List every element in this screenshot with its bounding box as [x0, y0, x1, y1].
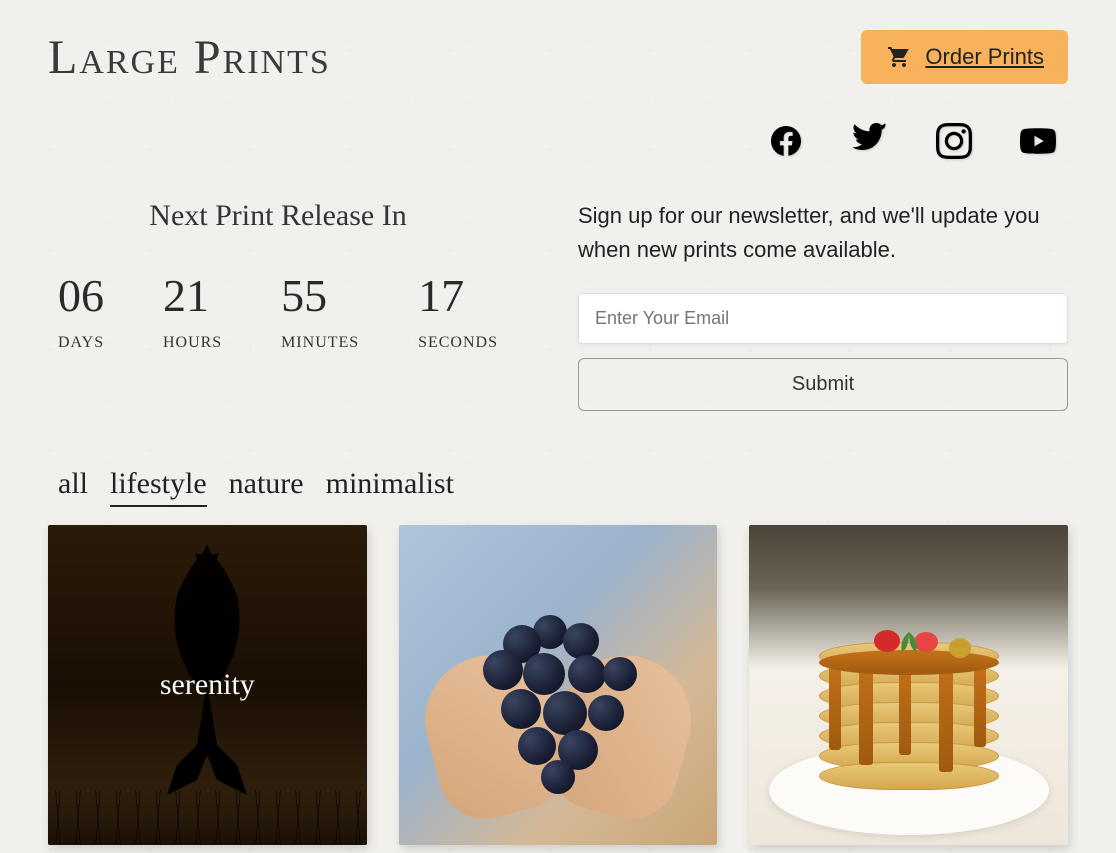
countdown-timer: 06 DAYS 21 HOURS 55 MINUTES 17 SECONDS: [48, 269, 508, 352]
gallery-card-label: serenity: [160, 668, 255, 702]
youtube-icon: [1020, 123, 1056, 159]
filter-tabs: all lifestyle nature minimalist: [0, 411, 1116, 507]
twitter-link[interactable]: [852, 123, 888, 159]
youtube-link[interactable]: [1020, 123, 1056, 159]
gallery-card-grapes[interactable]: [399, 525, 718, 845]
countdown-seconds: 17: [418, 269, 498, 322]
instagram-icon: [936, 123, 972, 159]
twitter-icon: [852, 123, 888, 159]
countdown-hours: 21: [163, 269, 222, 322]
site-title: Large Prints: [48, 30, 331, 85]
filter-all[interactable]: all: [58, 467, 88, 507]
order-prints-label: Order Prints: [925, 44, 1044, 70]
countdown-days: 06: [58, 269, 104, 322]
facebook-link[interactable]: [768, 123, 804, 159]
countdown-seconds-label: SECONDS: [418, 334, 498, 352]
email-input[interactable]: [578, 293, 1068, 344]
facebook-icon: [768, 123, 804, 159]
countdown-title: Next Print Release In: [48, 199, 508, 233]
newsletter-text: Sign up for our newsletter, and we'll up…: [578, 199, 1068, 267]
submit-button[interactable]: Submit: [578, 358, 1068, 411]
countdown-minutes-label: MINUTES: [281, 334, 359, 352]
countdown-days-label: DAYS: [58, 334, 104, 352]
cart-icon: [885, 45, 913, 69]
filter-minimalist[interactable]: minimalist: [326, 467, 454, 507]
mint-leaf-icon: [894, 632, 924, 656]
gallery-card-serenity[interactable]: serenity: [48, 525, 367, 845]
order-prints-button[interactable]: Order Prints: [861, 30, 1068, 84]
filter-nature[interactable]: nature: [229, 467, 304, 507]
countdown-hours-label: HOURS: [163, 334, 222, 352]
gallery-card-pancakes[interactable]: [749, 525, 1068, 845]
countdown-minutes: 55: [281, 269, 359, 322]
instagram-link[interactable]: [936, 123, 972, 159]
filter-lifestyle[interactable]: lifestyle: [110, 467, 207, 507]
